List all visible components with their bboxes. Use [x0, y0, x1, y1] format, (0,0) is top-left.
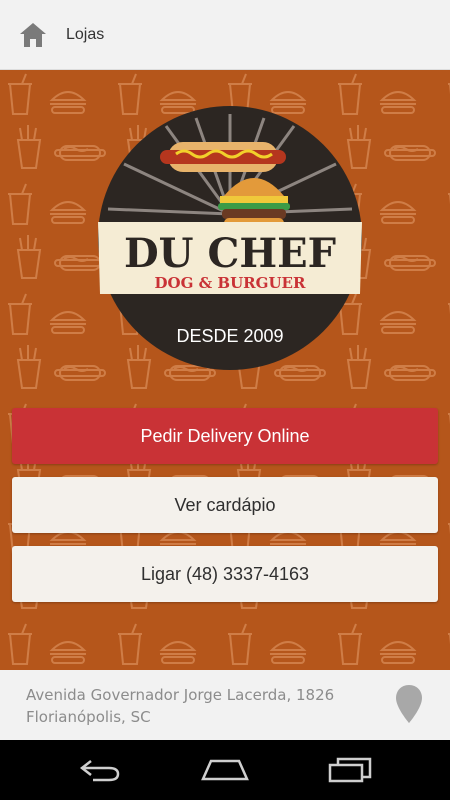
recent-apps-button[interactable]: [320, 752, 380, 788]
home-nav-icon: [201, 759, 249, 781]
address-footer[interactable]: Avenida Governador Jorge Lacerda, 1826 F…: [0, 670, 450, 740]
logo-since: DESDE 2009: [176, 326, 283, 346]
system-navigation-bar: [0, 740, 450, 800]
back-icon: [79, 760, 120, 782]
order-delivery-button[interactable]: Pedir Delivery Online: [12, 408, 438, 464]
location-pin-icon[interactable]: [394, 684, 424, 724]
address-line-2: Florianópolis, SC: [26, 708, 151, 726]
hot-dog-illustration: [160, 142, 286, 172]
home-icon: [20, 22, 46, 47]
logo-name: DU CHEF: [124, 230, 336, 277]
app-bar: Lojas: [0, 0, 450, 70]
recent-apps-icon: [328, 757, 372, 783]
du-chef-logo: DU CHEF DOG & BURGUER DESDE 2009: [98, 106, 362, 370]
back-button[interactable]: [70, 752, 130, 788]
call-store-button[interactable]: Ligar (48) 3337-4163: [12, 546, 438, 602]
view-menu-button[interactable]: Ver cardápio: [12, 477, 438, 533]
page-title: Lojas: [66, 25, 105, 43]
address-line-1: Avenida Governador Jorge Lacerda, 1826: [26, 686, 335, 704]
logo-tagline: DOG & BURGUER: [155, 274, 306, 292]
store-hero: DU CHEF DOG & BURGUER DESDE 2009 Pedir D…: [0, 70, 450, 670]
home-nav-button[interactable]: [195, 752, 255, 788]
store-address: Avenida Governador Jorge Lacerda, 1826 F…: [26, 684, 334, 728]
home-button[interactable]: [0, 0, 66, 70]
